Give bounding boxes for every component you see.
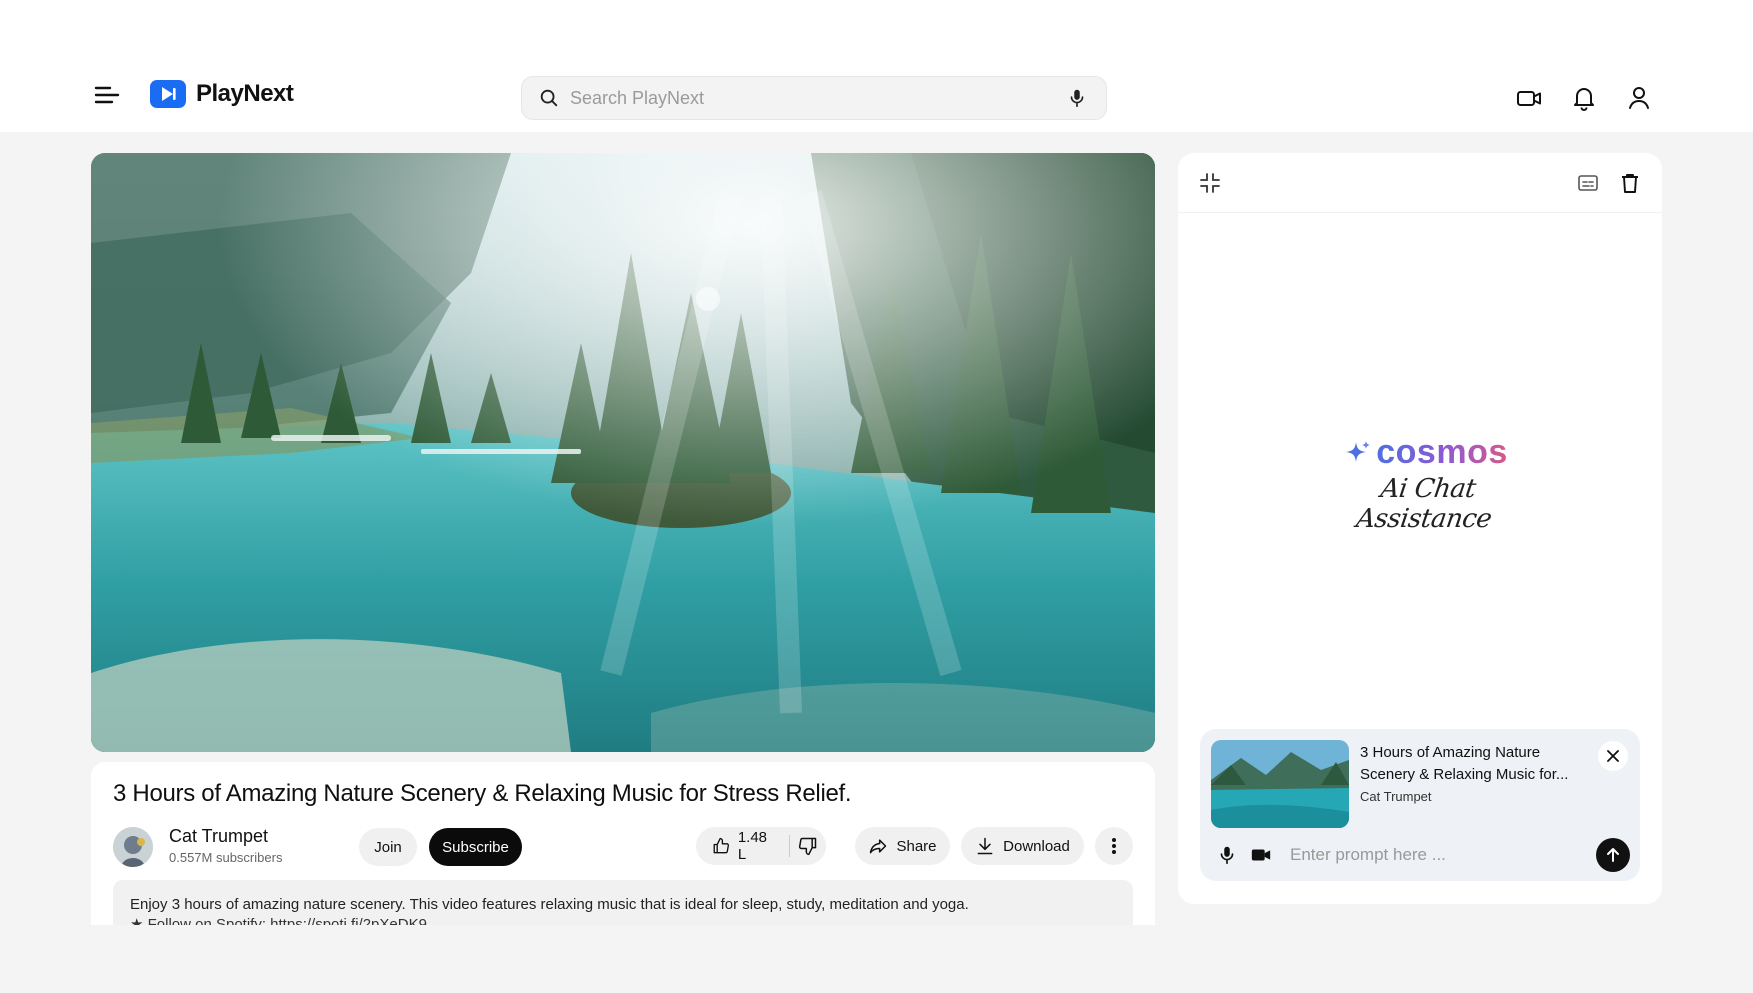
trash-icon[interactable] bbox=[1618, 171, 1642, 195]
brand-tagline: Ai Chat Assistance bbox=[1354, 474, 1494, 534]
thumbnail-image bbox=[1211, 740, 1349, 828]
join-button[interactable]: Join bbox=[359, 828, 417, 866]
prompt-input[interactable] bbox=[1290, 845, 1596, 865]
send-button[interactable] bbox=[1596, 838, 1630, 872]
chat-input-box: 3 Hours of Amazing Nature Scenery & Rela… bbox=[1200, 729, 1640, 881]
menu-icon[interactable] bbox=[92, 80, 122, 110]
microphone-icon[interactable] bbox=[1216, 844, 1238, 866]
collapse-icon[interactable] bbox=[1198, 171, 1222, 195]
arrow-up-icon bbox=[1607, 848, 1619, 862]
remove-attachment-button[interactable] bbox=[1598, 741, 1628, 771]
brand-name: cosmos bbox=[1376, 433, 1508, 471]
share-icon bbox=[870, 839, 887, 854]
prompt-row bbox=[1200, 829, 1640, 881]
search-input[interactable] bbox=[570, 87, 1066, 109]
play-logo-icon bbox=[150, 80, 186, 108]
cosmos-brand: cosmos Ai Chat Assistance bbox=[1336, 433, 1516, 534]
like-count: 1.48 L bbox=[737, 829, 768, 863]
logo-text: PlayNext bbox=[196, 80, 294, 107]
close-icon bbox=[1607, 750, 1619, 762]
video-player[interactable] bbox=[91, 153, 1155, 752]
search-bar[interactable] bbox=[521, 76, 1107, 120]
header: PlayNext bbox=[0, 64, 1753, 132]
ai-assistant-panel: cosmos Ai Chat Assistance 3 Hours of Ama… bbox=[1178, 153, 1662, 904]
download-icon bbox=[977, 837, 993, 855]
share-label: Share bbox=[896, 837, 937, 855]
captions-icon[interactable] bbox=[1576, 171, 1600, 195]
thumbs-up-icon bbox=[713, 837, 729, 854]
panel-toolbar bbox=[1178, 153, 1662, 213]
video-camera-icon[interactable] bbox=[1515, 84, 1543, 112]
search-icon bbox=[540, 89, 558, 107]
video-frame-nature-scene bbox=[91, 153, 1155, 752]
attached-video-thumbnail[interactable] bbox=[1211, 740, 1349, 828]
channel-name[interactable]: Cat Trumpet bbox=[169, 826, 268, 847]
attached-video-title: 3 Hours of Amazing Nature Scenery & Rela… bbox=[1360, 744, 1569, 783]
more-vertical-icon bbox=[1112, 838, 1116, 854]
description-line-1: Enjoy 3 hours of amazing nature scenery.… bbox=[130, 896, 969, 913]
logo[interactable]: PlayNext bbox=[150, 80, 294, 108]
like-button[interactable]: 1.48 L bbox=[696, 827, 775, 865]
subscriber-count: 0.557M subscribers bbox=[169, 850, 283, 865]
video-title: 3 Hours of Amazing Nature Scenery & Rela… bbox=[113, 780, 852, 807]
microphone-icon[interactable] bbox=[1066, 87, 1088, 109]
channel-avatar[interactable] bbox=[113, 827, 153, 867]
video-camera-icon[interactable] bbox=[1250, 844, 1272, 866]
dislike-button[interactable] bbox=[790, 827, 826, 865]
subscribe-button[interactable]: Subscribe bbox=[429, 828, 522, 866]
download-button[interactable]: Download bbox=[961, 827, 1084, 865]
download-label: Download bbox=[1003, 837, 1070, 855]
sparkle-icon bbox=[1346, 440, 1371, 462]
share-button[interactable]: Share bbox=[855, 827, 950, 865]
page-bottom bbox=[0, 925, 1753, 993]
thumbs-down-icon bbox=[798, 837, 817, 856]
bell-icon[interactable] bbox=[1570, 84, 1598, 112]
like-dislike-group: 1.48 L bbox=[696, 827, 826, 865]
more-options-button[interactable] bbox=[1095, 827, 1133, 865]
user-icon[interactable] bbox=[1625, 84, 1653, 112]
attached-video-channel: Cat Trumpet bbox=[1360, 789, 1432, 804]
